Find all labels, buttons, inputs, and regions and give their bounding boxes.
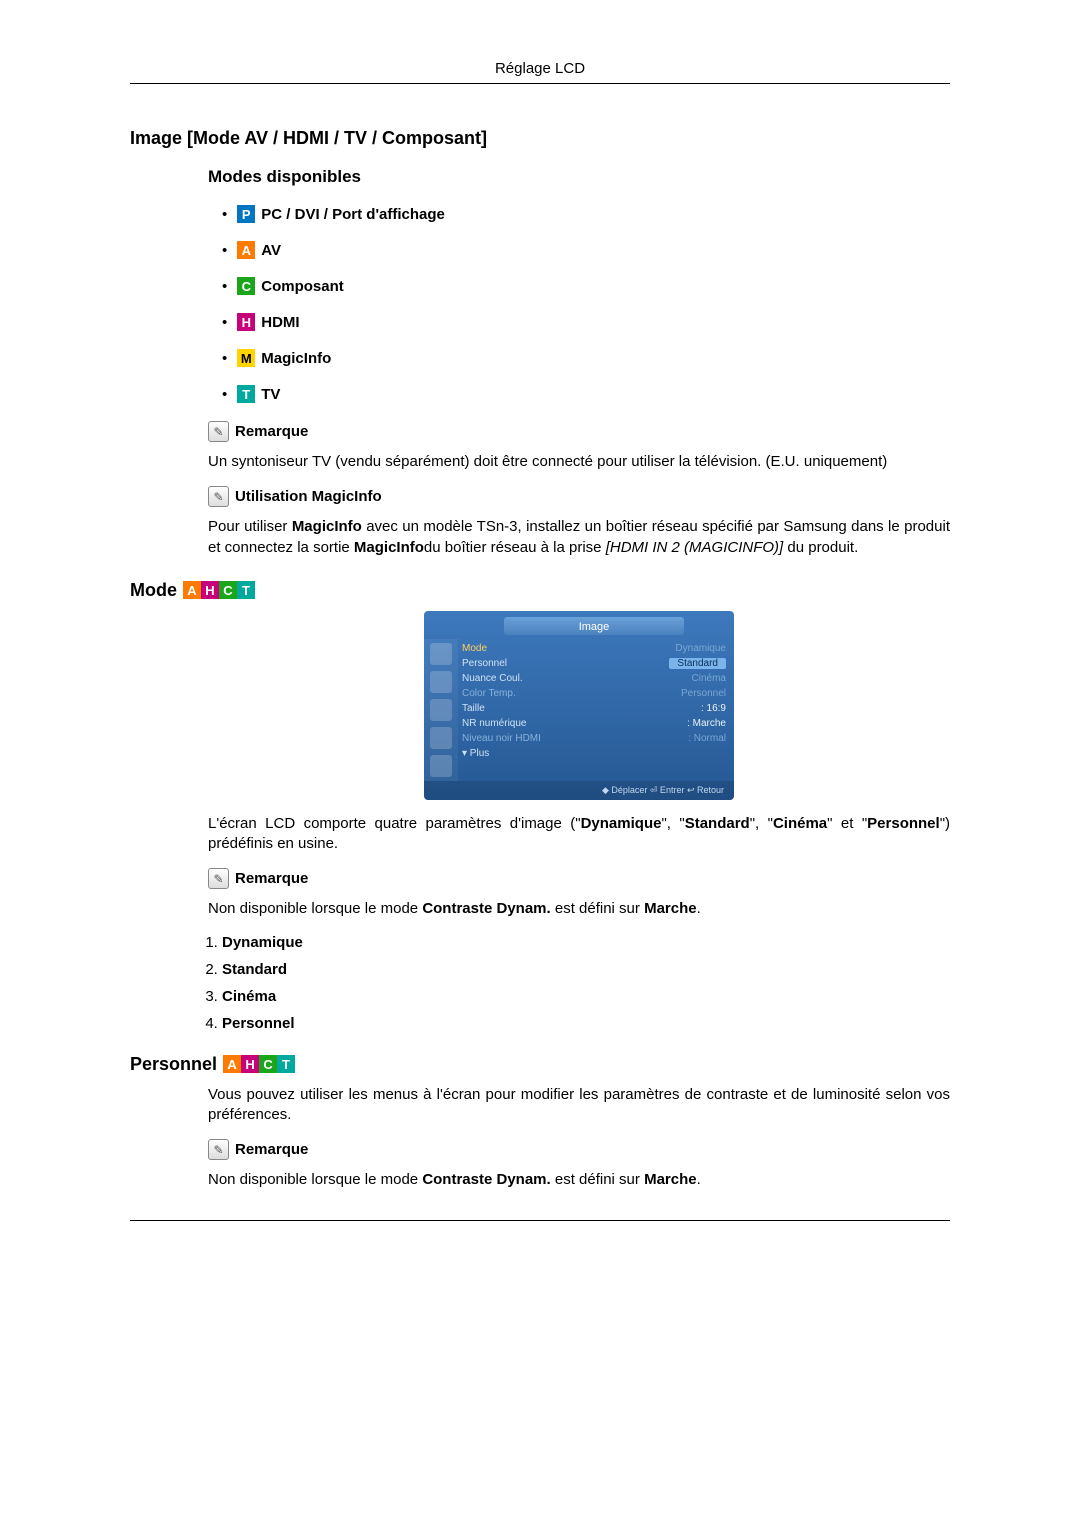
mode-label: AV: [261, 242, 281, 259]
section-title-mode: Mode A H C T: [130, 580, 950, 601]
mode-badge-a-icon: A: [183, 581, 201, 599]
list-item: Standard: [222, 961, 950, 978]
osd-side-icon: [430, 699, 452, 721]
mode-badge-t-icon: T: [277, 1055, 295, 1073]
mode-badge-t-icon: T: [237, 581, 255, 599]
mode-item: • C Composant: [222, 277, 950, 295]
page-header: Réglage LCD: [130, 60, 950, 77]
mode-item: • T TV: [222, 385, 950, 403]
mode-item: • M MagicInfo: [222, 349, 950, 367]
mode-item: • A AV: [222, 241, 950, 259]
osd-title: Image: [504, 617, 684, 635]
note-text: Pour utiliser MagicInfo avec un modèle T…: [208, 517, 950, 558]
modes-list: • P PC / DVI / Port d'affichage • A AV •…: [222, 205, 950, 403]
osd-side-icon: [430, 643, 452, 665]
list-item: Cinéma: [222, 988, 950, 1005]
note-header: ✎ Utilisation MagicInfo: [208, 486, 950, 507]
mode-label: PC / DVI / Port d'affichage: [261, 206, 445, 223]
bullet-icon: •: [222, 350, 227, 367]
osd-sidebar: [424, 639, 458, 781]
note-label: Remarque: [235, 870, 308, 887]
osd-panel: Image ModeDynamique PersonnelStandard Nu…: [424, 611, 734, 800]
note-label: Remarque: [235, 423, 308, 440]
note-icon: ✎: [208, 486, 229, 507]
list-item: Dynamique: [222, 934, 950, 951]
mode-badge-c-icon: C: [219, 581, 237, 599]
mode-label: Composant: [261, 278, 344, 295]
bullet-icon: •: [222, 278, 227, 295]
mode-label: TV: [261, 386, 280, 403]
list-item: Personnel: [222, 1015, 950, 1032]
note-header: ✎ Remarque: [208, 421, 950, 442]
note-label: Utilisation MagicInfo: [235, 488, 382, 505]
mode-badge-h-icon: H: [237, 313, 255, 331]
mode-item: • H HDMI: [222, 313, 950, 331]
osd-side-icon: [430, 755, 452, 777]
note-header: ✎ Remarque: [208, 868, 950, 889]
mode-options-list: Dynamique Standard Cinéma Personnel: [222, 934, 950, 1032]
mode-item: • P PC / DVI / Port d'affichage: [222, 205, 950, 223]
personnel-desc: Vous pouvez utiliser les menus à l'écran…: [208, 1085, 950, 1126]
mode-badge-a-icon: A: [237, 241, 255, 259]
mode-badge-t-icon: T: [237, 385, 255, 403]
note-label: Remarque: [235, 1141, 308, 1158]
osd-menu-list: ModeDynamique PersonnelStandard Nuance C…: [458, 639, 734, 781]
note-text: Non disponible lorsque le mode Contraste…: [208, 899, 950, 919]
osd-side-icon: [430, 671, 452, 693]
mode-label: MagicInfo: [261, 350, 331, 367]
section-title-personnel: Personnel A H C T: [130, 1054, 950, 1075]
mode-badge-h-icon: H: [241, 1055, 259, 1073]
divider: [130, 83, 950, 84]
mode-badge-c-icon: C: [259, 1055, 277, 1073]
note-icon: ✎: [208, 1139, 229, 1160]
mode-badge-p-icon: P: [237, 205, 255, 223]
bullet-icon: •: [222, 242, 227, 259]
osd-footer: ◆ Déplacer ⏎ Entrer ↩ Retour: [424, 781, 734, 800]
mode-label: HDMI: [261, 314, 299, 331]
note-header: ✎ Remarque: [208, 1139, 950, 1160]
note-text: Non disponible lorsque le mode Contraste…: [208, 1170, 950, 1190]
mode-badge-a-icon: A: [223, 1055, 241, 1073]
note-text: Un syntoniseur TV (vendu séparément) doi…: [208, 452, 950, 472]
mode-badge-m-icon: M: [237, 349, 255, 367]
bullet-icon: •: [222, 206, 227, 223]
modes-title: Modes disponibles: [208, 167, 950, 187]
mode-desc: L'écran LCD comporte quatre paramètres d…: [208, 814, 950, 855]
divider: [130, 1220, 950, 1221]
note-icon: ✎: [208, 421, 229, 442]
osd-side-icon: [430, 727, 452, 749]
bullet-icon: •: [222, 386, 227, 403]
note-icon: ✎: [208, 868, 229, 889]
mode-badge-h-icon: H: [201, 581, 219, 599]
mode-badge-c-icon: C: [237, 277, 255, 295]
bullet-icon: •: [222, 314, 227, 331]
section-title-image: Image [Mode AV / HDMI / TV / Composant]: [130, 128, 950, 149]
